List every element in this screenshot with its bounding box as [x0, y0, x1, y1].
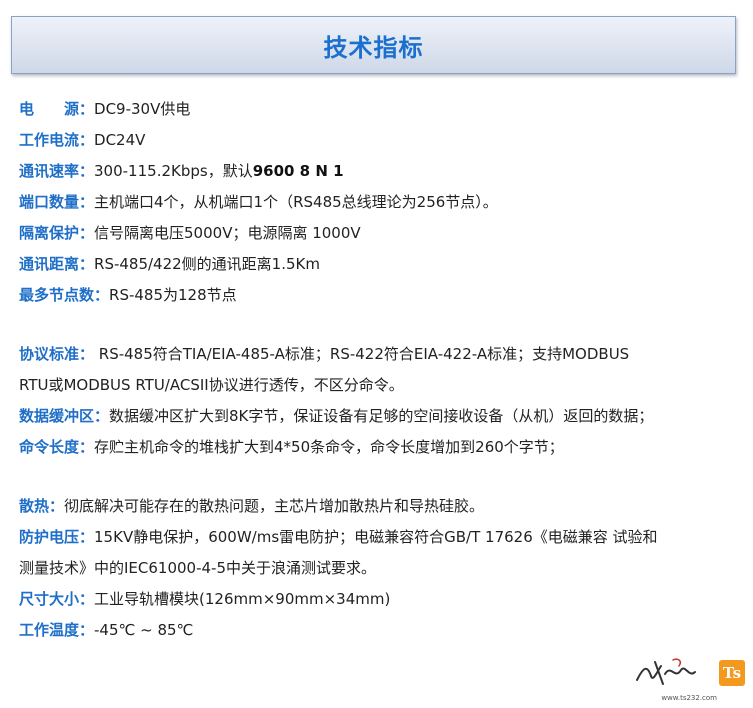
spec-row-buffer: 数据缓冲区：数据缓冲区扩大到8K字节，保证设备有足够的空间接收设备（从机）返回的… — [19, 404, 747, 435]
spec-label: 协议标准： — [19, 345, 95, 363]
watermark-signature-icon — [636, 658, 696, 685]
spec-row-current: 工作电流：DC24V — [19, 128, 747, 159]
spec-row-distance: 通讯距离：RS-485/422侧的通讯距离1.5Km — [19, 252, 747, 283]
spec-value: 数据缓冲区扩大到8K字节，保证设备有足够的空间接收设备（从机）返回的数据； — [109, 407, 654, 425]
spec-label: 隔离保护： — [19, 224, 95, 242]
spec-value: RS-485符合TIA/EIA-485-A标准；RS-422符合EIA-422-… — [94, 345, 630, 363]
spec-value: RS-485/422侧的通讯距离1.5Km — [94, 255, 320, 273]
spec-value-default: 9600 8 N 1 — [252, 162, 344, 180]
spec-row-protection-cont: 测量技术》中的IEC61000-4-5中关于浪涌测试要求。 — [19, 556, 747, 587]
spec-label: 通讯距离： — [19, 255, 95, 273]
spec-label: 防护电压： — [19, 528, 95, 546]
spec-label: 最多节点数： — [19, 286, 110, 304]
spec-row-baudrate: 通讯速率：300-115.2Kbps，默认9600 8 N 1 — [19, 159, 747, 190]
spec-label: 命令长度： — [19, 438, 95, 456]
watermark: Ts www.ts232.com — [633, 654, 745, 702]
spec-value-continued: 测量技术》中的IEC61000-4-5中关于浪涌测试要求。 — [19, 559, 377, 577]
spec-value: DC24V — [94, 131, 146, 149]
title-banner: 技术指标 — [11, 16, 736, 74]
spec-row-power: 电 源：DC9-30V供电 — [19, 97, 747, 128]
spec-value: 主机端口4个，从机端口1个（RS485总线理论为256节点）。 — [94, 193, 498, 211]
spec-value: 300-115.2Kbps，默认 — [94, 162, 253, 180]
spec-label: 电 源： — [19, 100, 95, 118]
spec-label: 工作电流： — [19, 131, 95, 149]
watermark-badge: Ts — [719, 660, 745, 686]
spec-list: 电 源：DC9-30V供电 工作电流：DC24V 通讯速率：300-115.2K… — [19, 97, 747, 649]
spec-value: RS-485为128节点 — [109, 286, 237, 304]
spec-row-isolation: 隔离保护：信号隔离电压5000V；电源隔离 1000V — [19, 221, 747, 252]
spec-value: DC9-30V供电 — [94, 100, 191, 118]
spec-row-nodes: 最多节点数：RS-485为128节点 — [19, 283, 747, 314]
spec-value: -45℃ ~ 85℃ — [94, 621, 194, 639]
spec-value: 信号隔离电压5000V；电源隔离 1000V — [94, 224, 361, 242]
page-title: 技术指标 — [323, 33, 424, 62]
spec-row-size: 尺寸大小：工业导轨槽模块(126mm×90mm×34mm) — [19, 587, 747, 618]
spec-row-protocol: 协议标准： RS-485符合TIA/EIA-485-A标准；RS-422符合EI… — [19, 342, 747, 373]
spec-value: 存贮主机命令的堆栈扩大到4*50条命令，命令长度增加到260个字节； — [94, 438, 564, 456]
spec-value-continued: RTU或MODBUS RTU/ACSII协议进行透传，不区分命令。 — [19, 376, 404, 394]
spec-row-ports: 端口数量：主机端口4个，从机端口1个（RS485总线理论为256节点）。 — [19, 190, 747, 221]
spec-label: 数据缓冲区： — [19, 407, 110, 425]
spec-row-protection: 防护电压：15KV静电保护，600W/ms雷电防护；电磁兼容符合GB/T 176… — [19, 525, 747, 556]
spec-value: 彻底解决可能存在的散热问题，主芯片增加散热片和导热硅胶。 — [64, 497, 485, 515]
watermark-url: www.ts232.com — [661, 694, 717, 702]
spec-row-protocol-cont: RTU或MODBUS RTU/ACSII协议进行透传，不区分命令。 — [19, 373, 747, 404]
spec-label: 端口数量： — [19, 193, 95, 211]
spec-row-heat: 散热：彻底解决可能存在的散热问题，主芯片增加散热片和导热硅胶。 — [19, 494, 747, 525]
spec-value: 工业导轨槽模块(126mm×90mm×34mm) — [94, 590, 391, 608]
spec-row-temperature: 工作温度：-45℃ ~ 85℃ — [19, 618, 747, 649]
spec-label: 尺寸大小： — [19, 590, 95, 608]
spec-row-cmdlen: 命令长度：存贮主机命令的堆栈扩大到4*50条命令，命令长度增加到260个字节； — [19, 435, 747, 466]
spec-label: 散热： — [19, 497, 65, 515]
spec-label: 工作温度： — [19, 621, 95, 639]
spec-label: 通讯速率： — [19, 162, 95, 180]
spec-value: 15KV静电保护，600W/ms雷电防护；电磁兼容符合GB/T 17626《电磁… — [94, 528, 658, 546]
